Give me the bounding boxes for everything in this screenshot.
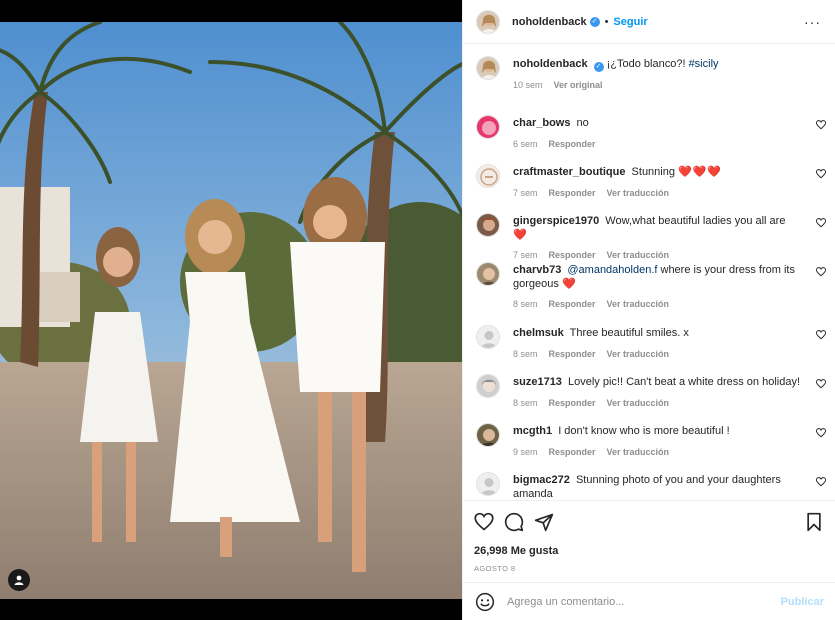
- caption-hashtag[interactable]: #sicily: [689, 58, 719, 70]
- verified-badge-icon: ✓: [593, 62, 604, 72]
- save-bookmark-icon[interactable]: [804, 512, 824, 532]
- caption-username[interactable]: noholdenback: [513, 58, 588, 70]
- separator-dot: •: [604, 15, 609, 28]
- post-date[interactable]: AGOSTO 8: [474, 564, 824, 573]
- comment-time[interactable]: 6 sem: [513, 139, 538, 149]
- commenter-username[interactable]: suze1713: [513, 376, 562, 388]
- comment-time[interactable]: 7 sem: [513, 250, 538, 260]
- comment-text: no: [576, 117, 589, 129]
- caption: noholdenback ✓ ¡¿Todo blanco?! #sicily 10…: [476, 56, 835, 105]
- commenter-avatar[interactable]: [476, 472, 500, 496]
- comment-input[interactable]: [507, 595, 781, 608]
- comment-time[interactable]: 8 sem: [513, 398, 538, 408]
- post-photo[interactable]: [0, 22, 462, 599]
- translate-link[interactable]: Ver traducción: [607, 349, 670, 359]
- translate-link[interactable]: Ver traducción: [607, 250, 670, 260]
- comment-time[interactable]: 7 sem: [513, 188, 538, 198]
- comment-item: charvb73 @amandaholden.f where is your d…: [476, 262, 835, 325]
- comment-mention[interactable]: @amandaholden.f: [567, 264, 657, 276]
- like-comment-icon[interactable]: [816, 379, 826, 389]
- more-options-icon[interactable]: ···: [804, 14, 821, 30]
- reply-button[interactable]: Responder: [549, 299, 596, 309]
- see-original-link[interactable]: Ver original: [554, 80, 603, 90]
- commenter-avatar[interactable]: [476, 262, 500, 286]
- comment-item: chelmsuk Three beautiful smiles. x 8 sem…: [476, 325, 835, 374]
- commenter-avatar[interactable]: [476, 164, 500, 188]
- verified-badge-icon: ✓: [589, 16, 600, 27]
- comment-item: char_bows no 6 sem Responder: [476, 115, 835, 164]
- comment-time[interactable]: 8 sem: [513, 349, 538, 359]
- comment-item: bigmac272 Stunning photo of you and your…: [476, 472, 835, 500]
- reply-button[interactable]: Responder: [549, 447, 596, 457]
- heart-emoji: ❤️❤️❤️: [678, 166, 723, 178]
- translate-link[interactable]: Ver traducción: [607, 447, 670, 457]
- comment-text: Stunning: [631, 166, 679, 178]
- commenter-username[interactable]: chelmsuk: [513, 327, 564, 339]
- comment-icon[interactable]: [504, 512, 524, 532]
- like-comment-icon[interactable]: [816, 330, 826, 340]
- comment-text: Three beautiful smiles. x: [569, 327, 689, 339]
- heart-emoji: ❤️: [513, 228, 528, 241]
- like-comment-icon[interactable]: [816, 267, 826, 277]
- comment-item: mcgth1 I don't know who is more beautifu…: [476, 423, 835, 472]
- share-icon[interactable]: [534, 512, 554, 532]
- author-avatar[interactable]: [476, 56, 500, 80]
- like-comment-icon[interactable]: [816, 120, 826, 130]
- commenter-avatar[interactable]: [476, 325, 500, 349]
- commenter-avatar[interactable]: [476, 374, 500, 398]
- comment-time[interactable]: 9 sem: [513, 447, 538, 457]
- likes-count[interactable]: 26,998 Me gusta: [474, 545, 824, 557]
- author-avatar[interactable]: [476, 9, 500, 34]
- comment-item: craftmaster_boutique Stunning ❤️❤️❤️ 7 s…: [476, 164, 835, 213]
- comment-item: suze1713 Lovely pic!! Can't beat a white…: [476, 374, 835, 423]
- emoji-icon[interactable]: [475, 592, 495, 612]
- caption-text: ¡¿Todo blanco?!: [606, 58, 689, 70]
- like-comment-icon[interactable]: [816, 218, 826, 228]
- author-username[interactable]: noholdenback: [512, 16, 587, 28]
- translate-link[interactable]: Ver traducción: [607, 398, 670, 408]
- follow-button[interactable]: Seguir: [613, 16, 647, 28]
- commenter-username[interactable]: bigmac272: [513, 474, 570, 486]
- post-modal: noholdenback ✓ • Seguir ··· noholdenback…: [0, 0, 835, 620]
- commenter-username[interactable]: charvb73: [513, 264, 561, 276]
- reply-button[interactable]: Responder: [549, 139, 596, 149]
- like-comment-icon[interactable]: [816, 169, 826, 179]
- post-actions: 26,998 Me gusta AGOSTO 8: [463, 500, 835, 582]
- commenter-username[interactable]: craftmaster_boutique: [513, 166, 625, 178]
- comment-text: I don't know who is more beautiful !: [558, 425, 730, 437]
- post-side-panel: noholdenback ✓ • Seguir ··· noholdenback…: [462, 0, 835, 620]
- comments-list[interactable]: noholdenback ✓ ¡¿Todo blanco?! #sicily 10…: [463, 45, 835, 500]
- like-comment-icon[interactable]: [816, 428, 826, 438]
- comment-item: gingerspice1970 Wow,what beautiful ladie…: [476, 213, 835, 262]
- commenter-avatar[interactable]: [476, 115, 500, 139]
- add-comment-bar: Publicar: [463, 582, 835, 620]
- commenter-avatar[interactable]: [476, 213, 500, 237]
- translate-link[interactable]: Ver traducción: [607, 188, 670, 198]
- post-header: noholdenback ✓ • Seguir ···: [463, 0, 835, 44]
- heart-emoji: ❤️: [561, 277, 577, 290]
- tagged-users-button[interactable]: [8, 569, 30, 591]
- comment-text: Wow,what beautiful ladies you all are: [605, 215, 786, 227]
- like-comment-icon[interactable]: [816, 477, 826, 487]
- photo-image: [0, 22, 462, 599]
- publish-button[interactable]: Publicar: [781, 596, 824, 608]
- comment-text: Lovely pic!! Can't beat a white dress on…: [568, 376, 801, 388]
- reply-button[interactable]: Responder: [549, 250, 596, 260]
- commenter-avatar[interactable]: [476, 423, 500, 447]
- comment-time[interactable]: 8 sem: [513, 299, 538, 309]
- caption-time[interactable]: 10 sem: [513, 80, 543, 90]
- user-icon: [14, 575, 24, 585]
- reply-button[interactable]: Responder: [549, 349, 596, 359]
- commenter-username[interactable]: gingerspice1970: [513, 215, 599, 227]
- commenter-username[interactable]: char_bows: [513, 117, 570, 129]
- like-heart-icon[interactable]: [474, 512, 494, 532]
- reply-button[interactable]: Responder: [549, 188, 596, 198]
- commenter-username[interactable]: mcgth1: [513, 425, 552, 437]
- reply-button[interactable]: Responder: [549, 398, 596, 408]
- translate-link[interactable]: Ver traducción: [607, 299, 670, 309]
